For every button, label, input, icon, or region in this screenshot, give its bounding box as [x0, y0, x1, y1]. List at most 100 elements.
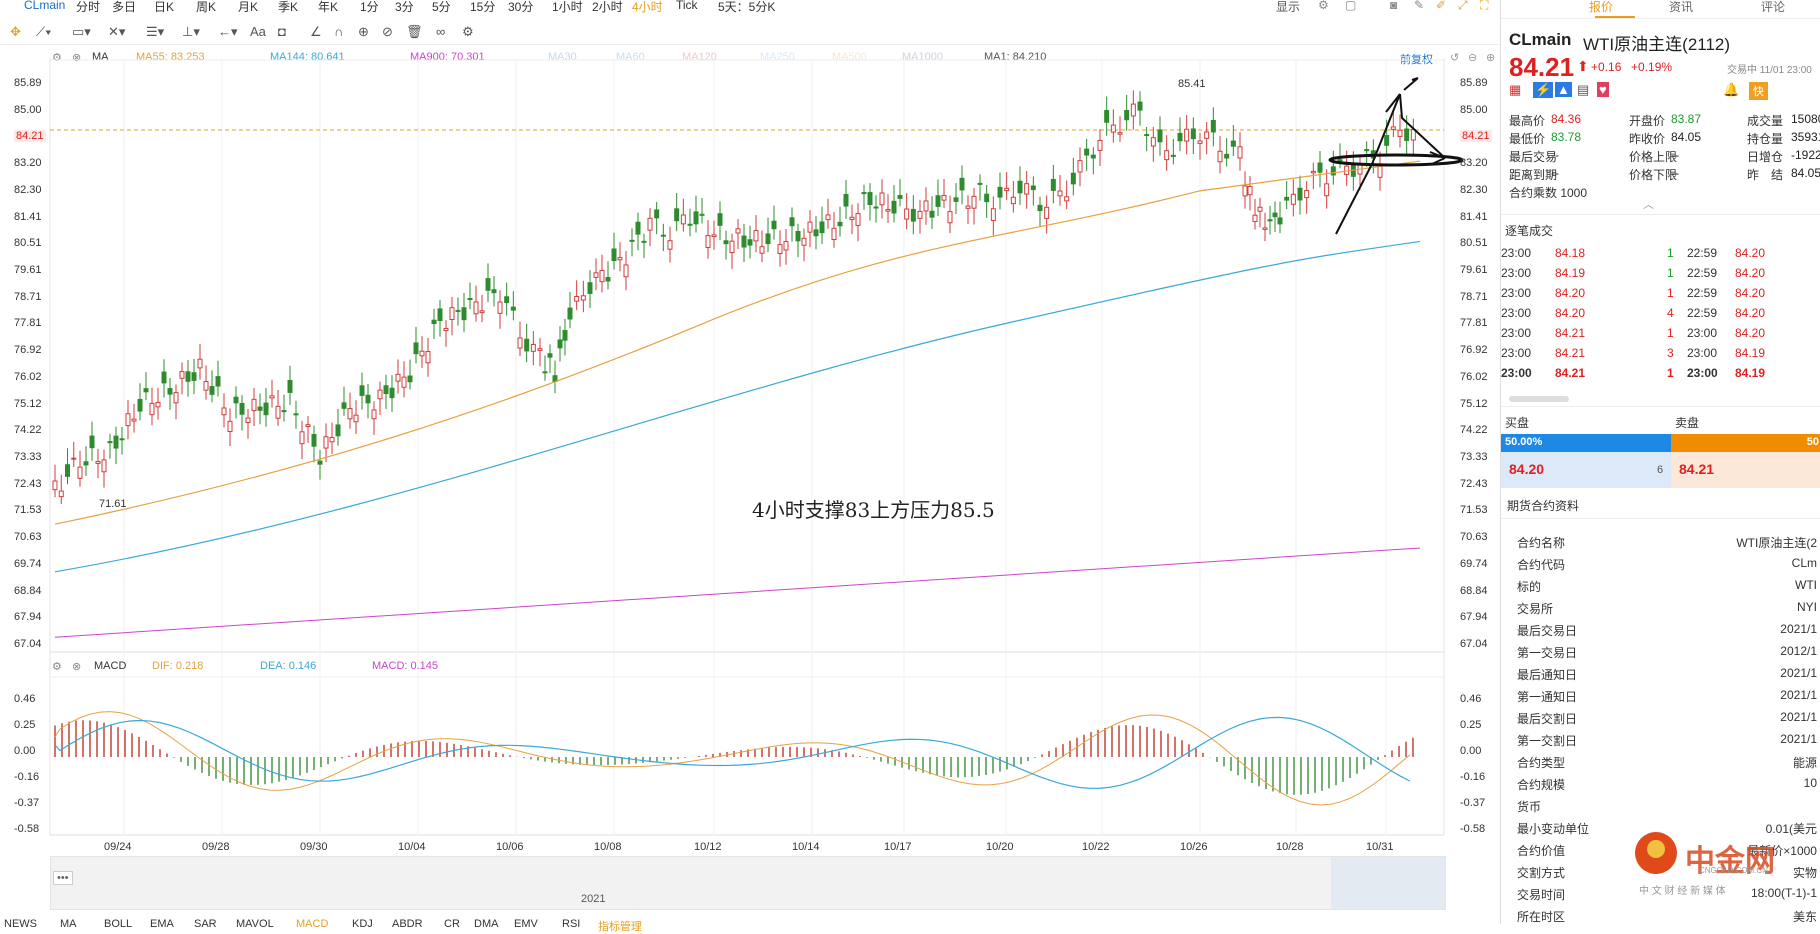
- candle-body: [1157, 129, 1163, 143]
- indicator-tab[interactable]: DMA: [474, 918, 498, 930]
- candle-body: [795, 231, 801, 242]
- collapse-icon[interactable]: ︿: [1643, 196, 1654, 212]
- price-tick-left: 82.30: [14, 183, 42, 196]
- candle-body: [504, 296, 510, 304]
- candle-body: [855, 213, 861, 226]
- candle-body: [699, 213, 705, 216]
- contract-row: 合约名称 WTI原油主连(2: [1517, 536, 1817, 550]
- indicator-tab[interactable]: MA: [60, 918, 77, 930]
- navigator-window[interactable]: [1331, 857, 1445, 909]
- price-tick-left: 68.84: [14, 584, 42, 597]
- price-tick-left: 77.81: [14, 317, 42, 330]
- candle-body: [179, 371, 185, 379]
- bell-icon[interactable]: 🔔: [1723, 82, 1739, 98]
- tab-comments[interactable]: 评论: [1761, 0, 1785, 15]
- candle-body: [552, 375, 558, 382]
- indicator-tab[interactable]: RSI: [562, 918, 580, 930]
- quote-field-value: 83.78: [1551, 130, 1582, 144]
- price-tick-right: 77.81: [1460, 317, 1488, 330]
- indicator-tab[interactable]: MAVOL: [236, 918, 274, 930]
- candle-body: [395, 373, 401, 382]
- candle-body: [530, 343, 536, 352]
- candle-body: [753, 230, 759, 242]
- candle-body: [365, 394, 371, 404]
- trade-row: 23:00 84.19 1 22:59 84.20: [1501, 266, 1766, 280]
- price-tick-left: 79.61: [14, 264, 42, 276]
- candle-body: [125, 413, 131, 427]
- chart-share-icon[interactable]: ⚡: [1533, 82, 1554, 98]
- navigator-year: 2021: [581, 893, 606, 905]
- price-chart[interactable]: [0, 0, 1500, 924]
- candle-body: [137, 398, 143, 412]
- indicator-tab[interactable]: EMA: [150, 918, 174, 930]
- quote-field-key: 日增仓: [1747, 150, 1784, 164]
- candle-body: [455, 309, 461, 312]
- tab-news[interactable]: 资讯: [1669, 0, 1693, 15]
- candle-body: [1272, 212, 1278, 218]
- candle-body: [524, 338, 530, 352]
- indicator-tab[interactable]: ABDR: [392, 918, 423, 930]
- time-navigator[interactable]: ••• 2021: [50, 856, 1446, 910]
- price-tick-right: 81.41: [1460, 210, 1488, 223]
- price-change: +0.16: [1591, 60, 1622, 74]
- document-icon[interactable]: ▤: [1577, 82, 1589, 98]
- candle-body: [687, 223, 693, 226]
- price-tick-left: 84.21: [14, 130, 46, 143]
- candle-body: [825, 214, 831, 221]
- flag-icon[interactable]: ▦: [1509, 82, 1521, 98]
- bid-box[interactable]: 84.20 6: [1501, 452, 1671, 488]
- indicator-tab[interactable]: CR: [444, 918, 460, 930]
- candle-body: [867, 192, 873, 205]
- price-tick-right: 67.04: [1460, 638, 1488, 650]
- candle-body: [1310, 170, 1316, 174]
- macd-gear-icon[interactable]: ⚙: [52, 660, 62, 673]
- favorite-icon[interactable]: ♥: [1597, 82, 1609, 97]
- trade-scrollbar[interactable]: [1509, 396, 1569, 402]
- tab-quote[interactable]: 报价: [1589, 0, 1613, 15]
- candle-body: [1397, 129, 1403, 137]
- multiplier: 合约乘数 1000: [1509, 186, 1588, 200]
- candle-body: [1044, 206, 1050, 219]
- candle-body: [542, 371, 548, 374]
- macd-value: MACD: 0.145: [372, 660, 439, 672]
- candle-body: [71, 457, 77, 460]
- candle-body: [723, 240, 729, 245]
- candle-body: [335, 424, 341, 437]
- buy-label: 买盘: [1505, 416, 1530, 430]
- quote-field-key: 最后交易: [1509, 150, 1558, 164]
- candle-body: [1084, 148, 1090, 156]
- ask-box[interactable]: 84.21: [1671, 452, 1820, 488]
- candle-body: [777, 244, 783, 254]
- candle-body: [1257, 206, 1263, 212]
- candle-body: [305, 424, 311, 428]
- price-tick-left: 81.41: [14, 210, 42, 223]
- candle-body: [801, 237, 807, 246]
- price-change-pct: +0.19%: [1631, 60, 1673, 74]
- contract-row: 合约代码 CLm: [1517, 556, 1817, 572]
- candle-body: [1164, 150, 1170, 161]
- macd-title[interactable]: MACD: [94, 660, 126, 672]
- date-tick: 10/22: [1082, 841, 1110, 853]
- buy-icon[interactable]: 快: [1749, 82, 1768, 100]
- candle-body: [1090, 154, 1096, 159]
- indicator-tab[interactable]: MACD: [296, 918, 328, 930]
- indicator-tab[interactable]: EMV: [514, 918, 538, 930]
- indicator-tab[interactable]: NEWS: [4, 918, 37, 930]
- navigator-handle[interactable]: •••: [53, 871, 73, 885]
- trades-title: 逐笔成交: [1505, 224, 1554, 238]
- alert-icon[interactable]: ▲: [1555, 82, 1572, 97]
- macd-close-icon[interactable]: ⊗: [72, 660, 81, 673]
- quote-field-value: 84.36: [1551, 112, 1582, 126]
- indicator-tab[interactable]: KDJ: [352, 918, 373, 930]
- candle-body: [593, 272, 599, 278]
- candle-body: [299, 431, 305, 445]
- candle-body: [837, 221, 843, 227]
- contract-row: 第一交易日 2012/1: [1517, 644, 1817, 660]
- candle-body: [941, 194, 947, 201]
- candle-body: [580, 295, 586, 301]
- indicator-tab[interactable]: SAR: [194, 918, 217, 930]
- candle-body: [990, 208, 996, 222]
- indicator-tab[interactable]: BOLL: [104, 918, 132, 930]
- indicator-tab[interactable]: 指标管理: [598, 918, 642, 934]
- candle-body: [221, 407, 227, 416]
